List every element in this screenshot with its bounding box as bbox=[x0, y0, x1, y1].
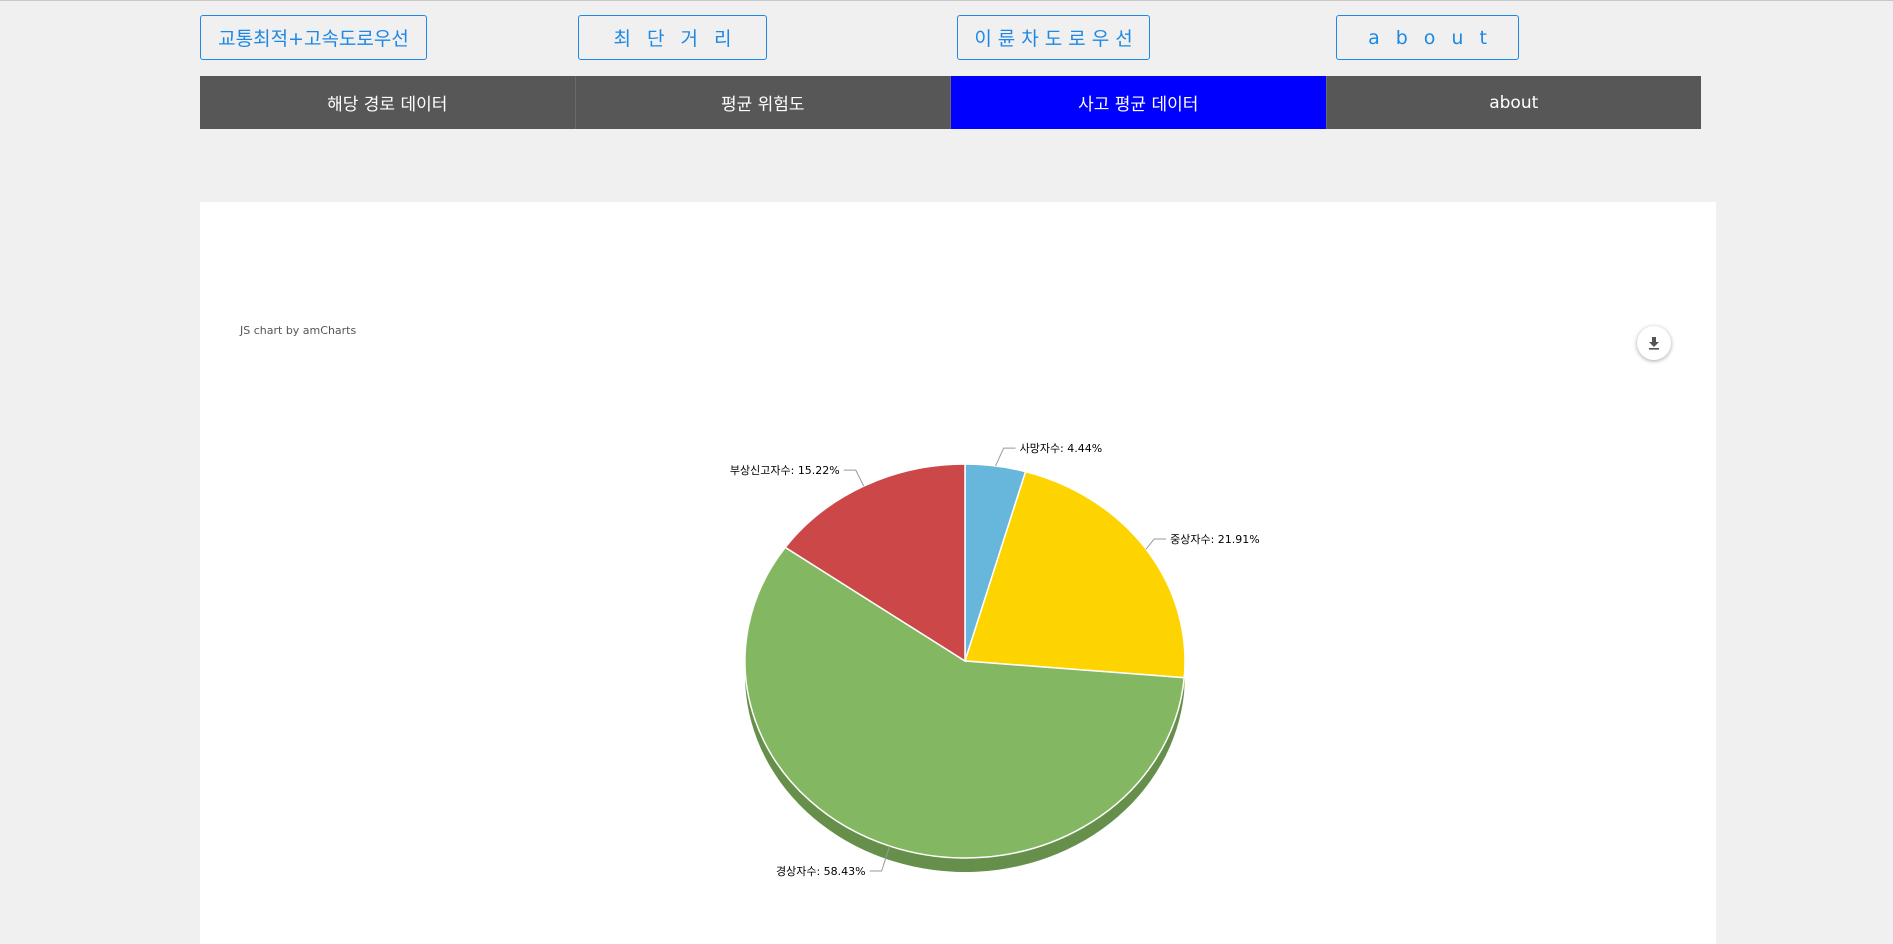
pie-label-2: 경상자수: 58.43% bbox=[776, 865, 866, 878]
tab-about[interactable]: about bbox=[1326, 76, 1701, 129]
pie-label-3: 부상신고자수: 15.22% bbox=[730, 464, 840, 477]
pie-label-1: 중상자수: 21.91% bbox=[1170, 533, 1260, 546]
pie-label-line-0 bbox=[995, 447, 1016, 467]
chart-panel: JS chart by amCharts 사망자수: 4.44% 중상자수: 21… bbox=[200, 202, 1716, 944]
tab-bar: 해당 경로 데이터 평균 위험도 사고 평균 데이터 about bbox=[200, 76, 1701, 129]
pie-chart: 사망자수: 4.44% 중상자수: 21.91% 경상자수: 58.43% 부상신고자… bbox=[730, 442, 1260, 878]
pie-label-line-3 bbox=[843, 469, 865, 487]
route-option-motorcycle-button[interactable]: 이륜차도로우선 bbox=[957, 15, 1150, 60]
tab-accident-average-data[interactable]: 사고 평균 데이터 bbox=[951, 76, 1327, 129]
route-option-traffic-highway-button[interactable]: 교통최적+고속도로우선 bbox=[200, 15, 427, 60]
pie-label-line-1 bbox=[1145, 538, 1167, 550]
tab-average-risk[interactable]: 평균 위험도 bbox=[575, 76, 951, 129]
about-button[interactable]: about bbox=[1336, 15, 1519, 60]
route-option-shortest-button[interactable]: 최단거리 bbox=[578, 15, 767, 60]
pie-label-0: 사망자수: 4.44% bbox=[1020, 442, 1103, 455]
tab-route-data[interactable]: 해당 경로 데이터 bbox=[200, 76, 576, 129]
